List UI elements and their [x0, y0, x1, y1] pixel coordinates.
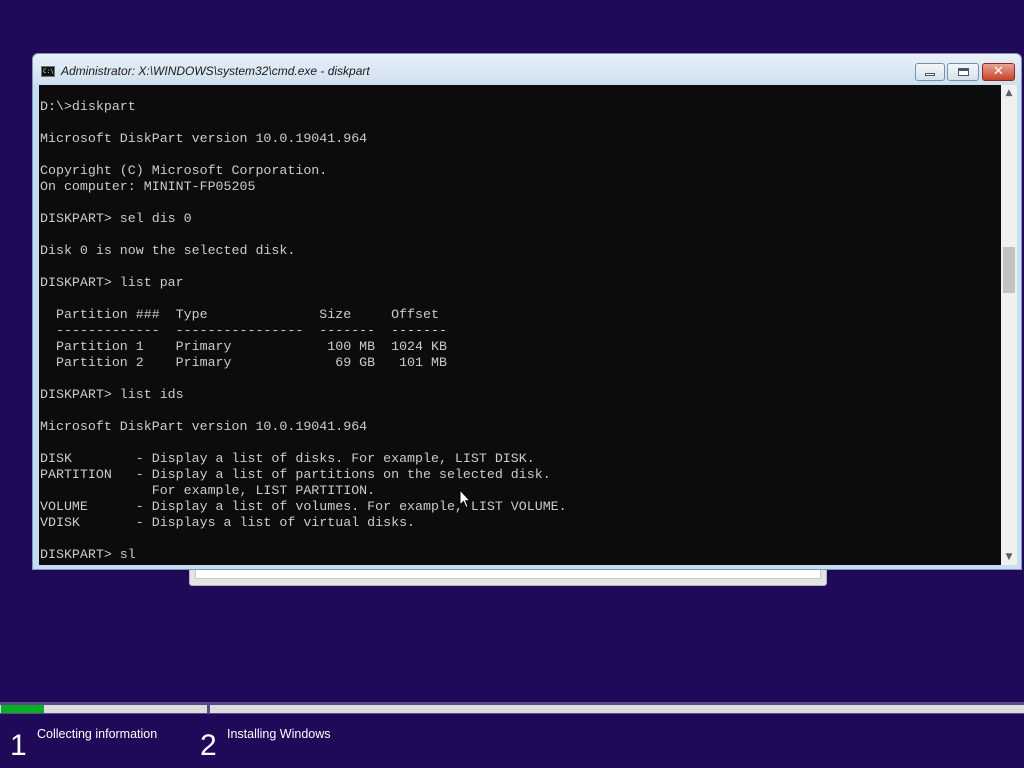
- progress-segment-step-1: [0, 705, 207, 713]
- scroll-thumb[interactable]: [1003, 247, 1015, 293]
- cmd-icon[interactable]: C:\: [41, 66, 55, 77]
- console-line: DISKPART> list ids: [40, 387, 184, 402]
- scroll-down-icon[interactable]: ▼: [1001, 549, 1017, 565]
- console-line: Partition 2 Primary 69 GB 101 MB: [40, 355, 447, 370]
- console-line: On computer: MININT-FP05205: [40, 179, 256, 194]
- console-text: D:\>diskpart Microsoft DiskPart version 1…: [40, 99, 567, 563]
- window-title: Administrator: X:\WINDOWS\system32\cmd.e…: [61, 64, 370, 78]
- console-line: DISKPART> sel dis 0: [40, 211, 192, 226]
- console-line: ------------- ---------------- ------- -…: [40, 323, 447, 338]
- minimize-button[interactable]: [915, 63, 945, 81]
- vertical-scrollbar[interactable]: ▲ ▼: [1001, 85, 1017, 565]
- scroll-up-icon[interactable]: ▲: [1001, 85, 1017, 101]
- console-output[interactable]: D:\>diskpart Microsoft DiskPart version 1…: [39, 85, 1001, 565]
- console-line: For example, LIST PARTITION.: [40, 483, 376, 498]
- maximize-icon: [958, 68, 969, 76]
- close-button[interactable]: ✕: [982, 63, 1015, 81]
- console-line: DISKPART> sl: [40, 547, 136, 562]
- step-number: 2: [200, 729, 217, 762]
- step-label: Collecting information: [37, 727, 158, 741]
- console-line: Copyright (C) Microsoft Corporation.: [40, 163, 328, 178]
- console-line: Disk 0 is now the selected disk.: [40, 243, 296, 258]
- step-label: Installing Windows: [227, 727, 331, 741]
- console-line: Microsoft DiskPart version 10.0.19041.96…: [40, 419, 368, 434]
- console-line: VOLUME - Display a list of volumes. For …: [40, 499, 567, 514]
- progress-segment-step-2: [210, 705, 1024, 713]
- console-line: PARTITION - Display a list of partitions…: [40, 467, 551, 482]
- close-icon: ✕: [993, 64, 1004, 79]
- minimize-icon: [925, 73, 935, 76]
- console-line: D:\>diskpart: [40, 99, 136, 114]
- console-line: DISK - Display a list of disks. For exam…: [40, 451, 535, 466]
- step-number: 1: [10, 729, 27, 762]
- cmd-window[interactable]: C:\ Administrator: X:\WINDOWS\system32\c…: [32, 53, 1022, 570]
- progress-fill: [1, 705, 45, 713]
- setup-progress-bar: [0, 702, 1024, 714]
- console-line: DISKPART> list par: [40, 275, 184, 290]
- mouse-pointer-icon: [459, 489, 471, 509]
- console-line: VDISK - Displays a list of virtual disks…: [40, 515, 416, 530]
- console-line: Partition 1 Primary 100 MB 1024 KB: [40, 339, 447, 354]
- maximize-button[interactable]: [947, 63, 979, 81]
- title-bar[interactable]: C:\ Administrator: X:\WINDOWS\system32\c…: [33, 54, 1021, 84]
- console-line: Microsoft DiskPart version 10.0.19041.96…: [40, 131, 368, 146]
- console-line: Partition ### Type Size Offset: [40, 307, 439, 322]
